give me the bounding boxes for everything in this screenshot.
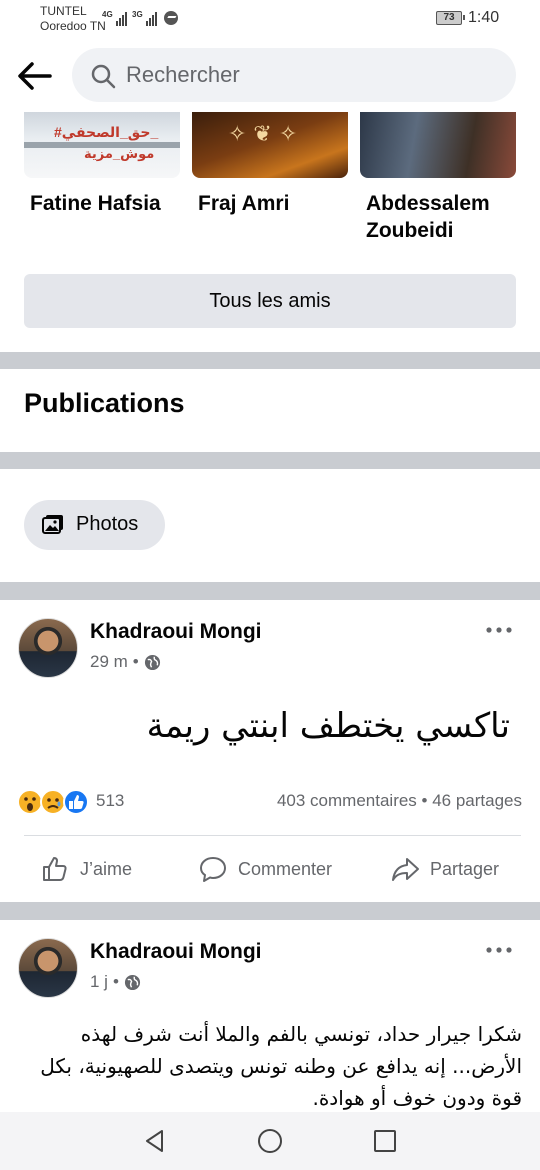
clock: 1:40 <box>468 9 500 26</box>
more-options-icon[interactable] <box>484 620 514 640</box>
back-arrow-icon[interactable] <box>14 56 56 96</box>
section-divider <box>0 582 540 600</box>
globe-icon <box>124 974 140 990</box>
post-time[interactable]: 29 m <box>90 652 128 672</box>
system-nav-bar <box>0 1112 540 1170</box>
friend-name[interactable]: Fatine Hafsia <box>30 190 161 217</box>
nav-back-icon[interactable] <box>142 1128 168 1154</box>
carrier-primary: TUNTEL <box>40 4 87 18</box>
messenger-icon <box>164 11 178 25</box>
avatar[interactable] <box>18 938 78 998</box>
friend-photo-fraj[interactable]: ✧ ❦ ✧ <box>192 112 348 178</box>
post-author[interactable]: Khadraoui Mongi <box>90 940 262 964</box>
reaction-count[interactable]: 513 <box>96 791 124 811</box>
post-meta: 29 m • <box>90 652 161 672</box>
signal-icon-2: 3G <box>132 10 157 26</box>
publications-heading: Publications <box>24 388 185 418</box>
friend-photo-caption-2: موش_مزية <box>84 146 155 161</box>
more-options-icon[interactable] <box>484 940 514 960</box>
friend-photo-fatine[interactable]: #حق_الصحفي_ موش_مزية <box>24 112 180 178</box>
post-author[interactable]: Khadraoui Mongi <box>90 620 262 644</box>
nav-recent-apps-icon[interactable] <box>372 1128 398 1154</box>
section-divider <box>0 352 540 369</box>
reactions-icon[interactable] <box>16 788 90 816</box>
section-divider <box>0 902 540 920</box>
network-type-1: 4G <box>102 10 113 19</box>
all-friends-button[interactable]: Tous les amis <box>24 274 516 328</box>
friend-name[interactable]: Fraj Amri <box>198 190 289 217</box>
screen: TUNTEL Ooredoo TN 4G 3G 73 1:40 Recherch… <box>0 0 540 1170</box>
comment-icon <box>200 857 226 882</box>
globe-icon <box>144 654 160 670</box>
status-bar: TUNTEL Ooredoo TN 4G 3G 73 1:40 <box>0 0 540 40</box>
search-placeholder: Rechercher <box>126 62 240 87</box>
battery-icon: 73 <box>436 11 465 25</box>
top-bar: Rechercher <box>0 40 540 112</box>
friend-name[interactable]: Abdessalem Zoubeidi <box>366 190 516 244</box>
avatar[interactable] <box>18 618 78 678</box>
post-stats[interactable]: 403 commentaires • 46 partages <box>277 791 522 811</box>
share-label: Partager <box>430 858 500 879</box>
nav-home-icon[interactable] <box>257 1128 283 1154</box>
photo-icon <box>42 515 63 534</box>
section-divider <box>0 452 540 469</box>
friend-photo-caption-1: #حق_الصحفي_ <box>54 124 159 140</box>
signal-icon: 4G <box>102 10 127 26</box>
share-button[interactable]: Partager <box>390 850 499 888</box>
search-icon <box>91 64 116 89</box>
search-input[interactable]: Rechercher <box>72 48 516 102</box>
post-time[interactable]: 1 j <box>90 972 108 992</box>
friend-photo-abdessalem[interactable] <box>360 112 516 178</box>
like-label: J’aime <box>80 858 133 879</box>
carrier-secondary: Ooredoo TN <box>40 19 106 33</box>
share-icon <box>392 858 419 881</box>
comment-label: Commenter <box>238 858 333 879</box>
comment-button[interactable]: Commenter <box>198 850 332 888</box>
post-text: تاكسي يختطف ابنتي ريمة <box>146 706 510 746</box>
network-type-2: 3G <box>132 10 143 19</box>
photos-button[interactable]: Photos <box>24 500 165 550</box>
photos-label: Photos <box>76 513 139 535</box>
post-meta: 1 j • <box>90 972 141 992</box>
thumbs-up-icon <box>43 857 67 881</box>
post-text: شكرا جيرار حداد، تونسي بالفم والملا أنت … <box>40 1022 522 1110</box>
like-button[interactable]: J’aime <box>40 850 132 888</box>
divider <box>24 835 521 836</box>
